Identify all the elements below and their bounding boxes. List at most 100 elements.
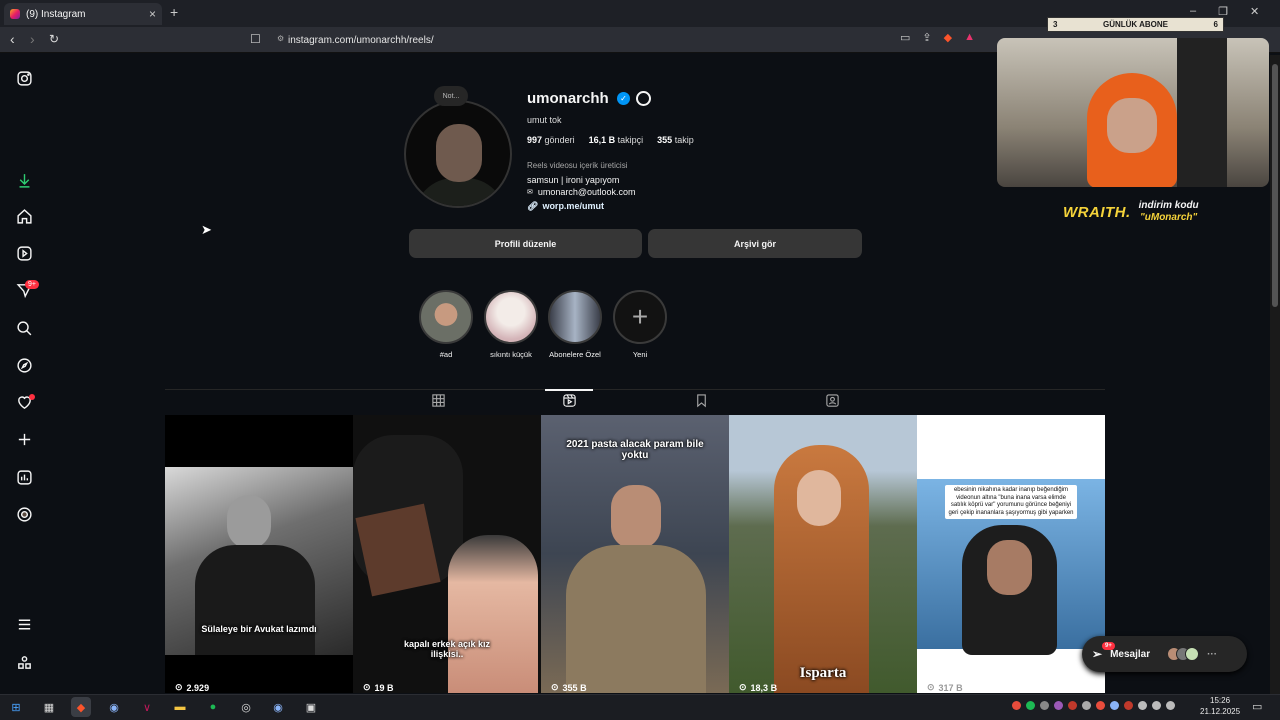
messages-badge: 9+ — [1102, 642, 1115, 650]
reel-view-count: 317 B — [938, 682, 963, 693]
app-v-icon[interactable]: ∨ — [137, 697, 157, 717]
profile-full-name: umut tok — [527, 115, 562, 125]
view-archive-button[interactable]: Arşivi gör — [648, 229, 862, 258]
followers-label: takipçi — [617, 135, 644, 145]
followers-stat[interactable]: 16,1 B takipçi — [589, 135, 644, 145]
instagram-logo-icon[interactable] — [14, 68, 34, 88]
url-field[interactable]: instagram.com/umonarchh/reels/ — [288, 30, 988, 50]
tab-posts-grid-icon[interactable] — [429, 391, 447, 409]
reel-thumbnail-girl — [448, 535, 538, 693]
tray-display-icon[interactable] — [1166, 701, 1175, 710]
cast-icon[interactable]: ▭ — [900, 31, 910, 44]
reel-tile[interactable]: 2021 pasta alacak param bile yoktu ⊙ 355 … — [541, 415, 729, 693]
close-tab-icon[interactable]: × — [149, 7, 156, 21]
following-stat[interactable]: 355 takip — [657, 135, 694, 145]
tray-app-icon[interactable] — [1068, 701, 1077, 710]
tray-app-icon[interactable] — [1082, 701, 1091, 710]
tray-app-icon[interactable] — [1040, 701, 1049, 710]
app-icon[interactable]: ▣ — [301, 697, 321, 717]
tray-volume-icon[interactable] — [1152, 701, 1161, 710]
close-window-icon[interactable]: ✕ — [1250, 5, 1259, 18]
reel-thumbnail-face — [611, 485, 661, 549]
back-icon[interactable]: ‹ — [10, 31, 15, 47]
brave-browser-icon[interactable]: ◆ — [71, 697, 91, 717]
tab-tagged-icon[interactable] — [823, 391, 841, 409]
tray-app-icon[interactable] — [1124, 701, 1133, 710]
forward-icon[interactable]: › — [30, 31, 35, 47]
reel-tile[interactable]: Isparta ⊙ 18,3 B — [729, 415, 917, 693]
tray-spotify-icon[interactable] — [1026, 701, 1035, 710]
profile-link[interactable]: 🔗︎ worp.me/umut — [527, 201, 604, 212]
highlight-label: Yeni — [632, 350, 648, 359]
reel-tile[interactable]: ebesinin nikahına kadar inanıp beğendiği… — [917, 415, 1105, 693]
reels-icon[interactable] — [14, 243, 34, 263]
menu-icon[interactable] — [14, 614, 34, 634]
browser-tab[interactable]: (9) Instagram × — [4, 3, 162, 25]
verified-badge-icon: ✓ — [617, 92, 630, 105]
profile-picture[interactable] — [404, 100, 512, 208]
download-icon[interactable] — [14, 170, 34, 190]
steam-icon[interactable]: ◉ — [104, 697, 124, 717]
highlight-item[interactable]: sıkıntı küçük — [483, 290, 539, 359]
tray-network-icon[interactable] — [1138, 701, 1147, 710]
edit-profile-button[interactable]: Profili düzenle — [409, 229, 642, 258]
messages-button[interactable]: ➢ 9+ Mesajlar ··· — [1082, 636, 1247, 672]
reload-icon[interactable]: ↻ — [49, 32, 59, 46]
note-bubble[interactable]: Not... — [434, 86, 468, 106]
tray-app-icon[interactable] — [1054, 701, 1063, 710]
play-icon: ⊙ — [927, 682, 935, 692]
tray-app-icon[interactable] — [1012, 701, 1021, 710]
tray-app-icon[interactable] — [1110, 701, 1119, 710]
windows-start-icon[interactable]: ⊞ — [6, 697, 26, 717]
notification-center-icon[interactable]: ▭ — [1252, 700, 1262, 713]
following-label: takip — [674, 135, 694, 145]
instagram-favicon-icon — [10, 9, 20, 19]
notification-dot — [29, 394, 35, 400]
followers-count: 16,1 B — [588, 135, 616, 145]
new-tab-icon[interactable]: + — [170, 4, 178, 20]
highlight-item[interactable]: #ad — [418, 290, 474, 359]
notification-badge: 9+ — [25, 280, 39, 289]
explore-icon[interactable] — [14, 355, 34, 375]
widgets-icon[interactable]: ▦ — [39, 697, 59, 717]
dashboard-icon[interactable] — [14, 467, 34, 487]
reel-tile[interactable]: Sülaleye bir Avukat lazımdı ⊙ 2.929 — [165, 415, 353, 693]
tray-app-icon[interactable] — [1096, 701, 1105, 710]
more-apps-icon[interactable] — [14, 652, 34, 672]
reel-tile[interactable]: kapalı erkek açık kız ilişkisi.. ⊙ 19 B — [353, 415, 541, 693]
brave-shield-icon[interactable]: ◆ — [944, 31, 952, 44]
promo-text: indirim kodu "uMonarch" — [1139, 200, 1199, 224]
reel-view-count: 18,3 B — [750, 682, 778, 693]
bio-email: ✉ umonarch@outlook.com — [527, 187, 636, 197]
highlight-cover — [548, 290, 602, 344]
bookmark-icon[interactable]: ☐ — [250, 32, 261, 46]
tab-saved-icon[interactable] — [692, 391, 710, 409]
create-icon[interactable] — [14, 429, 34, 449]
spotify-icon[interactable]: ● — [203, 697, 223, 717]
file-explorer-icon[interactable]: ▬ — [170, 697, 190, 717]
profile-avatar-icon[interactable] — [14, 504, 34, 524]
profile-link-text[interactable]: worp.me/umut — [542, 201, 604, 212]
search-icon[interactable] — [14, 318, 34, 338]
steam-app-icon[interactable]: ◉ — [268, 697, 288, 717]
obs-icon[interactable]: ◎ — [236, 697, 256, 717]
tabs-divider — [165, 389, 1105, 390]
highlight-item[interactable]: Abonelere Özel — [547, 290, 603, 359]
messages-label: Mesajlar — [1110, 648, 1151, 660]
share-icon[interactable]: ⇪ — [922, 31, 931, 44]
new-highlight-button[interactable]: + Yeni — [612, 290, 668, 359]
profile-picture-face — [436, 124, 482, 182]
posts-count: 997 — [527, 135, 543, 145]
bio-line: samsun | ironi yapıyom — [527, 175, 620, 185]
more-icon: ··· — [1207, 648, 1218, 660]
clock-time: 15:26 — [1210, 696, 1231, 705]
settings-gear-icon[interactable] — [636, 91, 651, 106]
tab-reels-icon[interactable] — [560, 391, 578, 409]
site-settings-icon[interactable]: ⚙ — [277, 34, 284, 43]
taskbar-clock[interactable]: 15:26 21.12.2025 — [1200, 695, 1240, 717]
home-icon[interactable] — [14, 206, 34, 226]
brave-rewards-icon[interactable]: ▲ — [964, 31, 975, 44]
scrollbar-thumb[interactable] — [1272, 64, 1278, 307]
reel-view-count: 2.929 — [186, 682, 210, 693]
reel-view-count: 19 B — [374, 682, 394, 693]
